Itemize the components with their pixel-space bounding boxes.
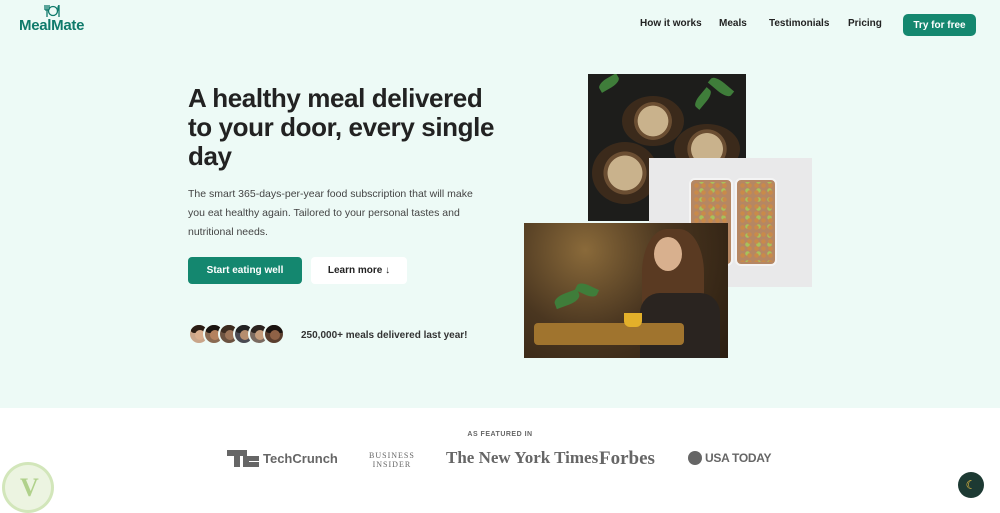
nav-testimonials[interactable]: Testimonials (769, 18, 829, 29)
watermark-v-icon: V (20, 473, 39, 502)
logo[interactable]: MealMate (19, 5, 89, 35)
hero-description: The smart 365-days-per-year food subscri… (188, 188, 473, 238)
hero-headline: A healthy meal delivered to your door, e… (188, 83, 495, 171)
avatar (263, 323, 285, 345)
nav-pricing[interactable]: Pricing (848, 18, 882, 29)
moon-icon: ☾ (965, 478, 977, 492)
techcrunch-mark-icon (227, 450, 259, 467)
watermark-logo: V (2, 462, 54, 513)
usa-today-dot-icon (688, 451, 702, 465)
featured-in-label: AS FEATURED IN (467, 431, 533, 438)
nyt-logo: The New York Times (446, 448, 599, 467)
techcrunch-logo: TechCrunch (227, 450, 338, 467)
logo-text: MealMate (19, 17, 85, 34)
usa-today-text: USA TODAY (705, 451, 772, 465)
hero-section (0, 0, 1000, 408)
start-eating-well-button[interactable]: Start eating well (188, 257, 302, 284)
business-insider-line1: BUSINESS (369, 451, 415, 460)
woman-eating-photo (524, 223, 728, 358)
business-insider-line2: INSIDER (372, 460, 412, 469)
nav-how-it-works[interactable]: How it works (640, 18, 702, 29)
meals-delivered-text: 250,000+ meals delivered last year! (301, 330, 468, 341)
learn-more-button[interactable]: Learn more ↓ (311, 257, 407, 284)
business-insider-logo: BUSINESS INSIDER (369, 451, 415, 469)
techcrunch-text: TechCrunch (263, 451, 338, 466)
nav-meals[interactable]: Meals (719, 18, 747, 29)
forbes-logo: Forbes (599, 448, 655, 469)
fork-knife-icon (44, 5, 60, 17)
customer-avatars (188, 323, 298, 347)
try-for-free-button[interactable]: Try for free (903, 14, 976, 36)
usa-today-logo: USA TODAY (688, 451, 772, 465)
theme-toggle-button[interactable]: ☾ (958, 472, 984, 498)
